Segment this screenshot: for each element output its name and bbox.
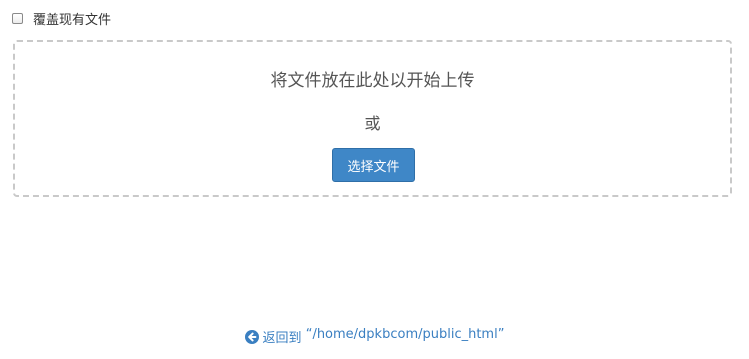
overwrite-label[interactable]: 覆盖现有文件 [33,9,111,28]
back-link-path: “/home/dpkbcom/public_html” [305,327,505,342]
file-drop-zone[interactable]: 将文件放在此处以开始上传 或 选择文件 [13,40,732,197]
drop-zone-message: 将文件放在此处以开始上传 [270,71,475,91]
drop-zone-or-text: 或 [364,114,381,133]
back-to-directory-link[interactable]: 返回到 “/home/dpkbcom/public_html” [0,327,749,346]
circle-arrow-left-icon [244,329,259,344]
upload-page: 覆盖现有文件 将文件放在此处以开始上传 或 选择文件 返回到 “/home/dp… [0,0,749,359]
overwrite-checkbox[interactable] [12,12,23,24]
back-link-text[interactable]: 返回到 “/home/dpkbcom/public_html” [263,327,505,346]
back-link-prefix: 返回到 [262,331,302,346]
overwrite-option: 覆盖现有文件 [12,9,111,28]
select-file-button[interactable]: 选择文件 [332,148,415,182]
